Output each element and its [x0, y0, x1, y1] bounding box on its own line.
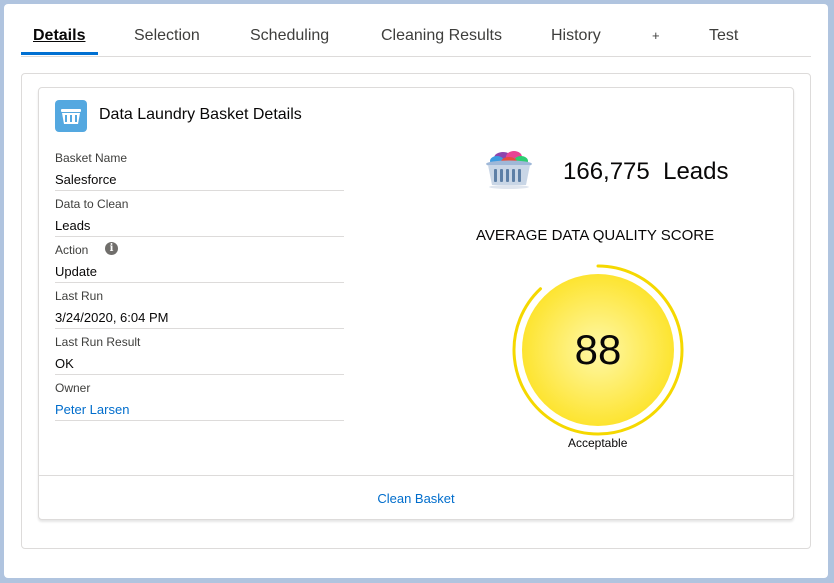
tab-details[interactable]: Details — [33, 18, 85, 55]
card-footer: Clean Basket — [39, 475, 793, 520]
field-label: Action — [55, 243, 89, 257]
field-label: Basket Name — [55, 151, 128, 165]
tab-bar: Details Selection Scheduling Cleaning Re… — [21, 18, 811, 57]
record-count-value: 166,775 — [563, 158, 650, 185]
field-label: Last Run — [55, 289, 104, 303]
field-data-to-clean: Data to Clean Leads — [55, 190, 344, 237]
field-label: Data to Clean — [55, 197, 129, 211]
info-icon[interactable]: i — [105, 242, 118, 255]
score-heading: AVERAGE DATA QUALITY SCORE — [476, 227, 715, 244]
record-count: 166,775 Leads — [563, 158, 729, 186]
field-value: Salesforce — [55, 172, 117, 187]
field-basket-name: Basket Name Salesforce — [55, 144, 344, 191]
card-title: Data Laundry Basket Details — [99, 106, 302, 123]
quality-score-gauge: 88 — [511, 263, 685, 437]
tab-scheduling[interactable]: Scheduling — [250, 18, 329, 55]
field-value: Update — [55, 264, 97, 279]
field-value: 3/24/2020, 6:04 PM — [55, 310, 169, 325]
basket-icon — [55, 100, 87, 132]
field-label: Owner — [55, 381, 91, 395]
score-value: 88 — [575, 326, 622, 373]
field-value: Leads — [55, 218, 91, 233]
tab-add-button[interactable]: + — [652, 18, 660, 55]
tab-selection[interactable]: Selection — [134, 18, 200, 55]
tab-test[interactable]: Test — [709, 18, 738, 55]
tab-cleaning-results[interactable]: Cleaning Results — [381, 18, 502, 55]
field-last-run-result: Last Run Result OK — [55, 328, 344, 375]
owner-link[interactable]: Peter Larsen — [55, 402, 129, 417]
score-status: Acceptable — [568, 436, 628, 450]
field-value: OK — [55, 356, 74, 371]
basket-details-card: Data Laundry Basket Details Basket Name … — [38, 87, 794, 520]
tab-history[interactable]: History — [551, 18, 601, 55]
field-label: Last Run Result — [55, 335, 141, 349]
record-object: Leads — [663, 158, 729, 185]
field-owner: Owner Peter Larsen — [55, 374, 344, 421]
laundry-basket-icon — [483, 148, 535, 190]
clean-basket-link[interactable]: Clean Basket — [39, 491, 793, 506]
field-action: Action i Update — [55, 236, 344, 283]
active-tab-indicator — [21, 52, 98, 55]
field-last-run: Last Run 3/24/2020, 6:04 PM — [55, 282, 344, 329]
